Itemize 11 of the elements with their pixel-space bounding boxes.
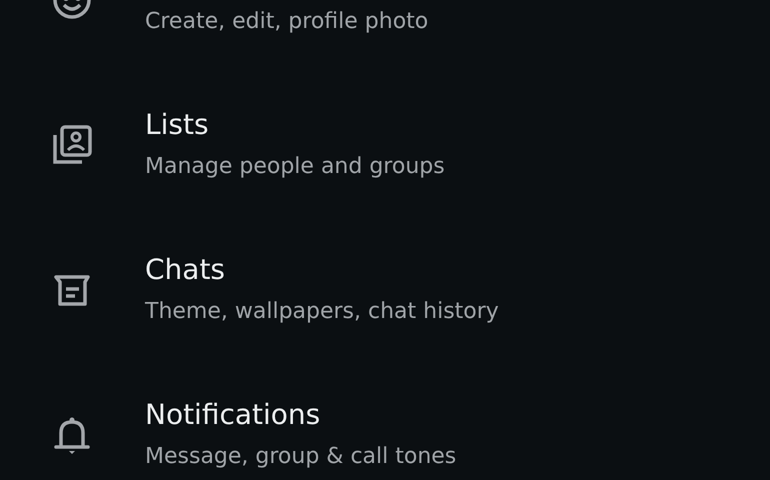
settings-item-title: Chats: [145, 252, 226, 288]
settings-item[interactable]: Create, edit, profile photo: [0, 0, 770, 72]
settings-item[interactable]: Lists Manage people and groups: [0, 72, 770, 217]
settings-item[interactable]: Notifications Message, group & call tones: [0, 362, 770, 480]
settings-item-title: Lists: [145, 106, 210, 142]
settings-item-subtitle: Message, group & call tones: [145, 442, 456, 470]
settings-item-subtitle: Theme, wallpapers, chat history: [145, 298, 499, 326]
settings-item-subtitle: Create, edit, profile photo: [145, 8, 428, 36]
settings-item-subtitle: Manage people and groups: [145, 152, 445, 180]
settings-item[interactable]: Chats Theme, wallpapers, chat history: [0, 217, 770, 362]
settings-item-title: Notifications: [145, 396, 322, 432]
